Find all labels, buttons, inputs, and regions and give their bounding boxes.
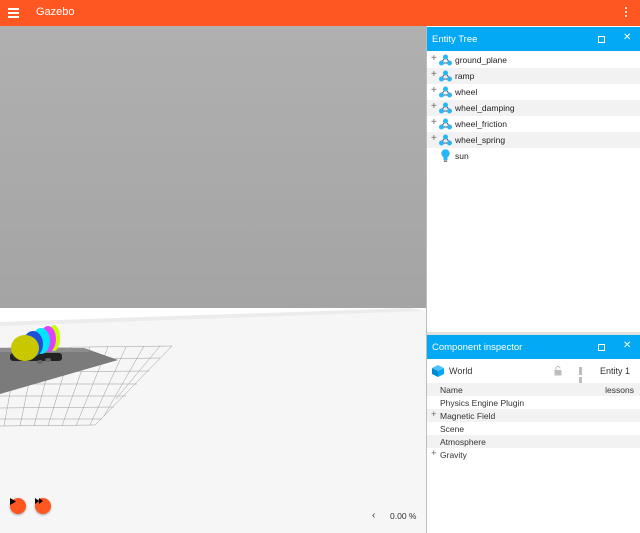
pause-icon[interactable] (579, 367, 588, 385)
play-button[interactable] (10, 498, 26, 514)
tree-item-label: wheel_spring (455, 135, 506, 145)
component-row-gravity[interactable]: + Gravity (427, 448, 640, 461)
component-value: lessons (605, 385, 634, 395)
app-title: Gazebo (36, 6, 75, 18)
entity-header: World Entity 1 (427, 359, 640, 385)
model-icon (439, 86, 452, 98)
fast-forward-icon (35, 498, 43, 504)
scene-viewport[interactable]: ‹ 0.00 % (0, 26, 426, 533)
model-icon (439, 102, 452, 114)
hamburger-menu-icon[interactable] (8, 8, 19, 18)
component-inspector-panel: Component inspector ✕ World Entity 1 Nam… (427, 335, 640, 533)
sky-background (0, 26, 426, 308)
tree-item-label: wheel (455, 87, 478, 97)
tree-item-label: ground_plane (455, 55, 507, 65)
component-label: Gravity (440, 450, 467, 460)
tree-item-sun[interactable]: sun (427, 148, 640, 164)
expand-icon[interactable]: + (431, 69, 437, 80)
entity-tree-panel: Entity Tree ✕ + ground_plane + ramp + wh… (427, 27, 640, 332)
play-icon (10, 498, 16, 505)
component-label: Scene (440, 424, 465, 434)
tree-item-wheel-spring[interactable]: + wheel_spring (427, 132, 640, 148)
tree-item-label: wheel_damping (455, 103, 515, 113)
expand-icon[interactable]: + (431, 133, 437, 144)
entity-tree-title: Entity Tree (432, 34, 478, 45)
component-row-scene: Scene (427, 422, 640, 435)
component-inspector-title: Component inspector (432, 342, 523, 353)
tree-item-label: sun (455, 151, 469, 161)
entity-id-label: Entity 1 (600, 366, 631, 376)
component-inspector-header: Component inspector ✕ (427, 335, 640, 359)
tree-item-wheel[interactable]: + wheel (427, 84, 640, 100)
maximize-icon[interactable] (598, 36, 605, 43)
expand-icon[interactable]: + (431, 117, 437, 128)
tree-item-ramp[interactable]: + ramp (427, 68, 640, 84)
tree-item-label: wheel_friction (455, 119, 507, 129)
lock-icon[interactable] (554, 366, 562, 376)
model-icon (439, 54, 452, 66)
maximize-icon[interactable] (598, 344, 605, 351)
expand-icon[interactable]: + (431, 409, 437, 420)
entity-tree-list: + ground_plane + ramp + wheel + wheel_da… (427, 51, 640, 164)
component-row-magnetic-field[interactable]: + Magnetic Field (427, 409, 640, 422)
component-label: Atmosphere (440, 437, 486, 447)
light-bulb-icon (441, 149, 450, 162)
model-icon (439, 134, 452, 146)
real-time-factor: 0.00 % (390, 511, 417, 521)
component-label: Magnetic Field (440, 411, 496, 421)
component-label: Physics Engine Plugin (440, 398, 525, 408)
expand-icon[interactable]: + (431, 85, 437, 96)
expand-icon[interactable]: + (431, 101, 437, 112)
component-row-atmosphere: Atmosphere (427, 435, 640, 448)
scene-render (0, 26, 426, 533)
model-icon (439, 118, 452, 130)
tree-item-wheel-damping[interactable]: + wheel_damping (427, 100, 640, 116)
expand-icon[interactable]: + (431, 53, 437, 64)
world-cube-icon (432, 365, 444, 377)
tree-item-ground-plane[interactable]: + ground_plane (427, 52, 640, 68)
expand-icon[interactable]: + (431, 448, 437, 459)
component-row-name: Name lessons (427, 383, 640, 396)
step-button[interactable] (35, 498, 51, 514)
component-row-physics-engine-plugin: Physics Engine Plugin (427, 396, 640, 409)
vertical-dots-icon[interactable] (624, 7, 628, 19)
close-icon[interactable]: ✕ (623, 32, 631, 43)
tree-item-wheel-friction[interactable]: + wheel_friction (427, 116, 640, 132)
component-label: Name (440, 385, 463, 395)
chevron-left-icon[interactable]: ‹ (372, 510, 375, 521)
entity-tree-header: Entity Tree ✕ (427, 27, 640, 51)
title-bar: Gazebo (0, 0, 640, 26)
model-icon (439, 70, 452, 82)
tree-item-label: ramp (455, 71, 475, 81)
close-icon[interactable]: ✕ (623, 340, 631, 351)
entity-type-label: World (449, 366, 473, 376)
component-list: Name lessons Physics Engine Plugin + Mag… (427, 383, 640, 461)
